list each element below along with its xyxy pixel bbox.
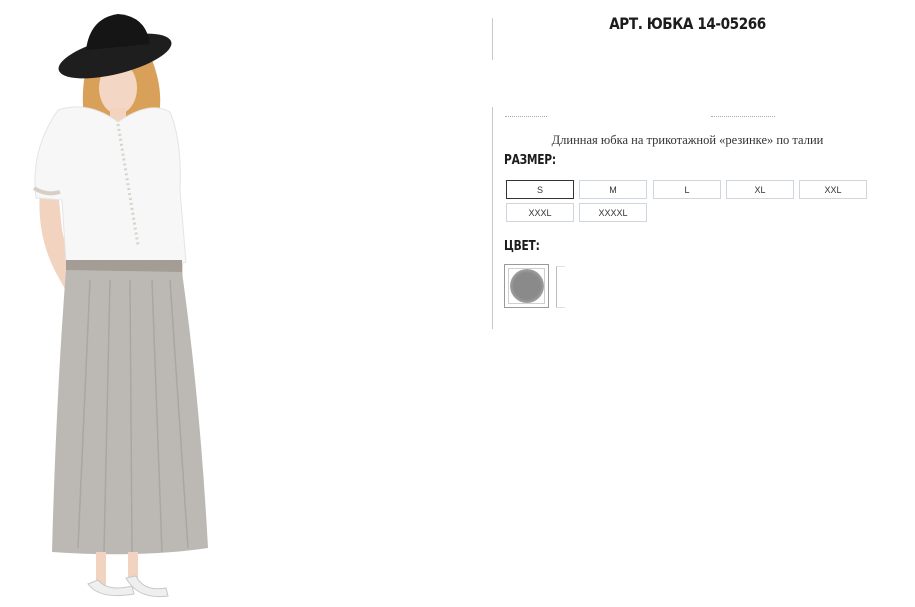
- color-dot: [509, 269, 544, 303]
- dotted-separator-left: [505, 116, 547, 117]
- dotted-separator-right: [711, 116, 775, 117]
- product-title: АРТ. ЮБКА 14-05266: [609, 14, 766, 33]
- size-option-xxxxl[interactable]: XXXXL: [579, 203, 647, 222]
- divider-top: [492, 18, 493, 60]
- size-option-xxxl[interactable]: XXXL: [506, 203, 574, 222]
- size-label: РАЗМЕР:: [504, 153, 556, 168]
- divider-main: [492, 107, 493, 329]
- color-swatch-gray[interactable]: [504, 264, 549, 308]
- size-option-s[interactable]: S: [506, 180, 574, 199]
- product-description: Длинная юбка на трикотажной «резинке» по…: [551, 133, 824, 147]
- product-photo: [0, 0, 300, 607]
- size-option-l[interactable]: L: [653, 180, 721, 199]
- size-option-xl[interactable]: XL: [726, 180, 794, 199]
- color-label: ЦВЕТ:: [504, 239, 540, 254]
- size-option-xxl[interactable]: XXL: [799, 180, 867, 199]
- color-swatch-partial[interactable]: [556, 266, 565, 308]
- size-option-m[interactable]: M: [579, 180, 647, 199]
